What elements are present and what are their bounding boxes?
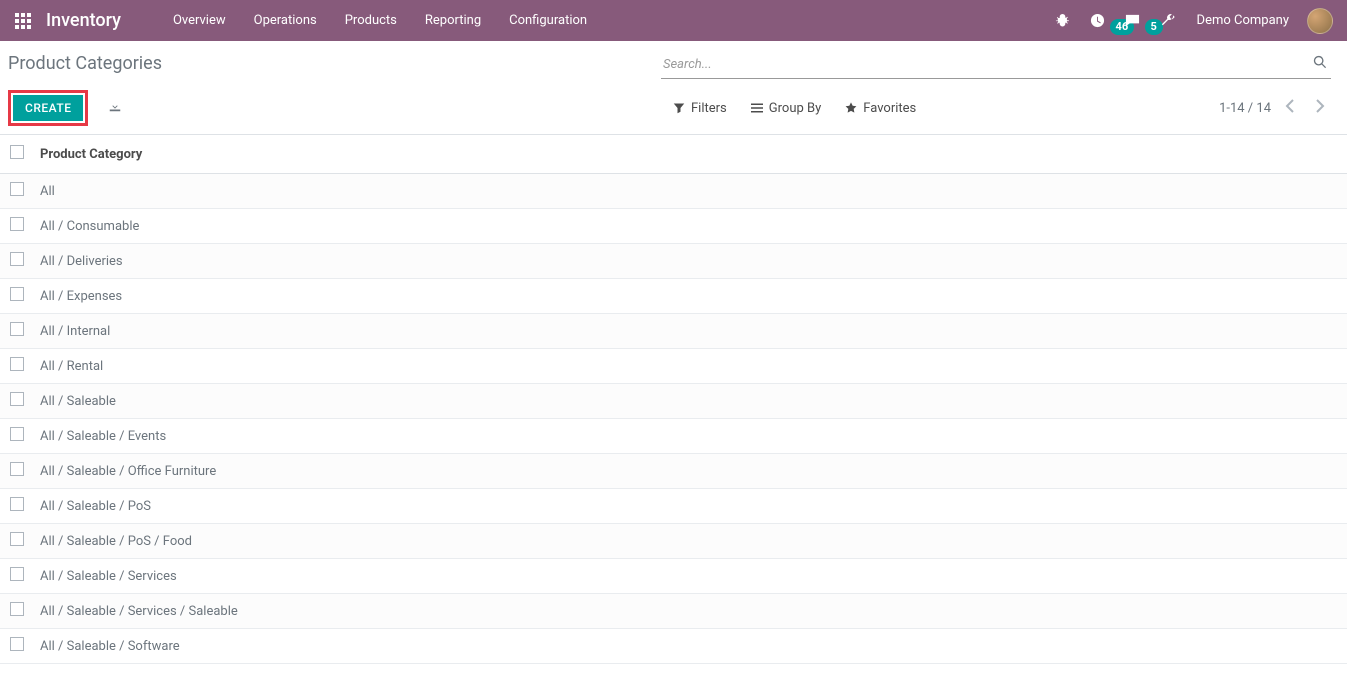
favorites-label: Favorites xyxy=(863,101,916,116)
table-row[interactable]: All / Expenses xyxy=(0,279,1347,314)
row-checkbox[interactable] xyxy=(10,567,24,581)
filters-button[interactable]: Filters xyxy=(661,97,739,120)
row-name: All / Rental xyxy=(32,349,1347,384)
systray: 46 5 Demo Company xyxy=(1045,0,1339,41)
search-input[interactable] xyxy=(661,53,1309,76)
apps-icon[interactable] xyxy=(10,8,36,34)
table-row[interactable]: All / Rental xyxy=(0,349,1347,384)
table-row[interactable]: All / Internal xyxy=(0,314,1347,349)
list-icon xyxy=(751,102,763,114)
row-name: All / Saleable / PoS xyxy=(32,489,1347,524)
table-row[interactable]: All / Saleable / PoS xyxy=(0,489,1347,524)
list-view: Product Category AllAll / ConsumableAll … xyxy=(0,135,1347,664)
row-name: All / Saleable / Services xyxy=(32,559,1347,594)
row-name: All xyxy=(32,174,1347,209)
search-icon[interactable] xyxy=(1309,55,1331,73)
debug-icon[interactable] xyxy=(1045,0,1080,41)
row-name: All / Saleable / Services / Saleable xyxy=(32,594,1347,629)
row-checkbox[interactable] xyxy=(10,182,24,196)
row-checkbox[interactable] xyxy=(10,322,24,336)
nav-overview[interactable]: Overview xyxy=(161,3,238,38)
row-checkbox[interactable] xyxy=(10,602,24,616)
row-checkbox[interactable] xyxy=(10,392,24,406)
row-checkbox[interactable] xyxy=(10,462,24,476)
table-row[interactable]: All / Saleable / Software xyxy=(0,629,1347,664)
row-checkbox[interactable] xyxy=(10,497,24,511)
column-header-product-category[interactable]: Product Category xyxy=(32,135,1347,174)
row-checkbox[interactable] xyxy=(10,637,24,651)
table-row[interactable]: All / Saleable / Events xyxy=(0,419,1347,454)
row-checkbox[interactable] xyxy=(10,287,24,301)
table-row[interactable]: All / Saleable / PoS / Food xyxy=(0,524,1347,559)
pager-text: 1-14 / 14 xyxy=(1219,101,1271,116)
row-checkbox[interactable] xyxy=(10,357,24,371)
table-row[interactable]: All / Saleable / Services / Saleable xyxy=(0,594,1347,629)
export-icon[interactable] xyxy=(98,93,132,123)
select-all-checkbox[interactable] xyxy=(10,145,24,159)
breadcrumb: Product Categories xyxy=(8,49,162,80)
nav-reporting[interactable]: Reporting xyxy=(413,3,493,38)
groupby-label: Group By xyxy=(769,101,822,116)
create-button[interactable]: CREATE xyxy=(13,95,83,121)
row-name: All / Consumable xyxy=(32,209,1347,244)
activity-icon[interactable]: 46 xyxy=(1080,0,1115,41)
table-row[interactable]: All / Saleable / Office Furniture xyxy=(0,454,1347,489)
row-name: All / Saleable xyxy=(32,384,1347,419)
filter-icon xyxy=(673,102,685,114)
avatar[interactable] xyxy=(1307,8,1333,34)
row-checkbox[interactable] xyxy=(10,252,24,266)
control-panel: Product Categories CREATE Filters Group xyxy=(0,41,1347,135)
nav-products[interactable]: Products xyxy=(333,3,409,38)
row-checkbox[interactable] xyxy=(10,427,24,441)
table-row[interactable]: All / Consumable xyxy=(0,209,1347,244)
row-name: All / Saleable / PoS / Food xyxy=(32,524,1347,559)
navbar: Inventory Overview Operations Products R… xyxy=(0,0,1347,41)
row-name: All / Internal xyxy=(32,314,1347,349)
row-name: All / Saleable / Events xyxy=(32,419,1347,454)
pager-next[interactable] xyxy=(1309,95,1331,121)
row-name: All / Expenses xyxy=(32,279,1347,314)
row-name: All / Deliveries xyxy=(32,244,1347,279)
table-row[interactable]: All / Deliveries xyxy=(0,244,1347,279)
row-checkbox[interactable] xyxy=(10,532,24,546)
tools-icon[interactable] xyxy=(1150,0,1185,41)
messaging-icon[interactable]: 5 xyxy=(1115,0,1150,41)
pager-prev[interactable] xyxy=(1279,95,1301,121)
table-row[interactable]: All / Saleable / Services xyxy=(0,559,1347,594)
filters-label: Filters xyxy=(691,101,727,116)
row-checkbox[interactable] xyxy=(10,217,24,231)
app-brand[interactable]: Inventory xyxy=(46,10,121,31)
row-name: All / Saleable / Software xyxy=(32,629,1347,664)
nav-menu: Overview Operations Products Reporting C… xyxy=(161,3,599,38)
company-name[interactable]: Demo Company xyxy=(1185,13,1301,28)
favorites-button[interactable]: Favorites xyxy=(833,97,928,120)
search-bar xyxy=(661,51,1331,79)
create-highlight: CREATE xyxy=(8,90,88,126)
table-row[interactable]: All / Saleable xyxy=(0,384,1347,419)
table-row[interactable]: All xyxy=(0,174,1347,209)
row-name: All / Saleable / Office Furniture xyxy=(32,454,1347,489)
groupby-button[interactable]: Group By xyxy=(739,97,834,120)
star-icon xyxy=(845,102,857,114)
pager: 1-14 / 14 xyxy=(1219,95,1331,121)
nav-operations[interactable]: Operations xyxy=(242,3,329,38)
nav-configuration[interactable]: Configuration xyxy=(497,3,599,38)
